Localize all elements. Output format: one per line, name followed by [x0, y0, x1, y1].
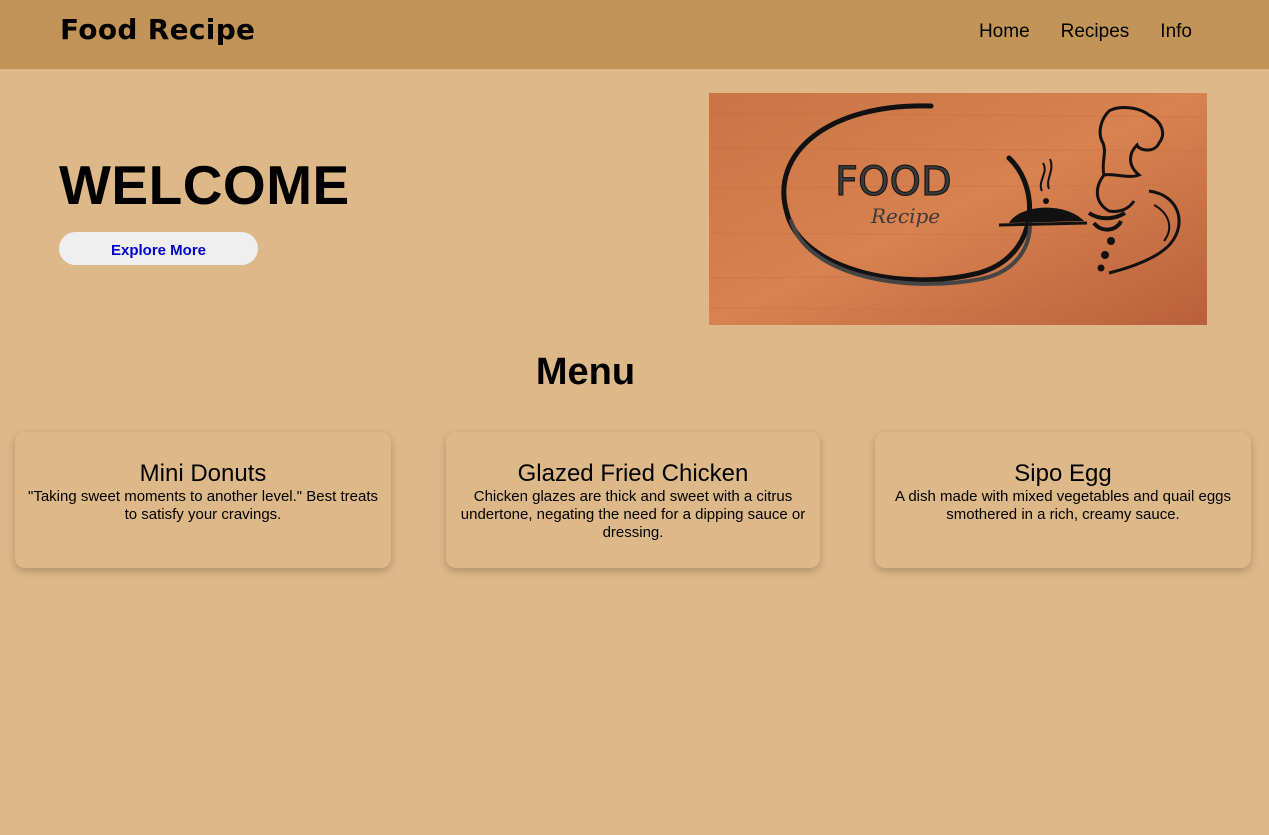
card-description: "Taking sweet moments to another level."…	[28, 488, 378, 523]
hero-image: FOOD Recipe	[709, 93, 1207, 325]
menu-card-glazed-fried-chicken[interactable]: Glazed Fried Chicken Chicken glazes are …	[446, 432, 820, 568]
card-description: Chicken glazes are thick and sweet with …	[460, 488, 806, 541]
logo-subtext: Recipe	[870, 204, 940, 228]
nav-link-info[interactable]: Info	[1160, 21, 1192, 43]
menu-card-sipo-egg[interactable]: Sipo Egg A dish made with mixed vegetabl…	[875, 432, 1251, 568]
nav-link-home[interactable]: Home	[979, 21, 1030, 43]
menu-card-mini-donuts[interactable]: Mini Donuts "Taking sweet moments to ano…	[15, 432, 391, 568]
hero-title: WELCOME	[59, 154, 350, 216]
card-title: Mini Donuts	[139, 460, 267, 487]
nav-links: Home Recipes Info	[979, 21, 1192, 43]
card-description: A dish made with mixed vegetables and qu…	[894, 488, 1232, 523]
card-title: Glazed Fried Chicken	[517, 460, 749, 487]
menu-title: Menu	[535, 351, 636, 393]
chef-logo-icon: FOOD Recipe	[709, 93, 1207, 325]
brand-logo[interactable]: Food Recipe	[60, 13, 255, 46]
nav-link-recipes[interactable]: Recipes	[1061, 21, 1130, 43]
card-title: Sipo Egg	[1014, 460, 1112, 487]
logo-text: FOOD	[835, 159, 952, 205]
navbar: Food Recipe Home Recipes Info	[0, 0, 1269, 69]
explore-more-button[interactable]: Explore More	[59, 232, 258, 265]
